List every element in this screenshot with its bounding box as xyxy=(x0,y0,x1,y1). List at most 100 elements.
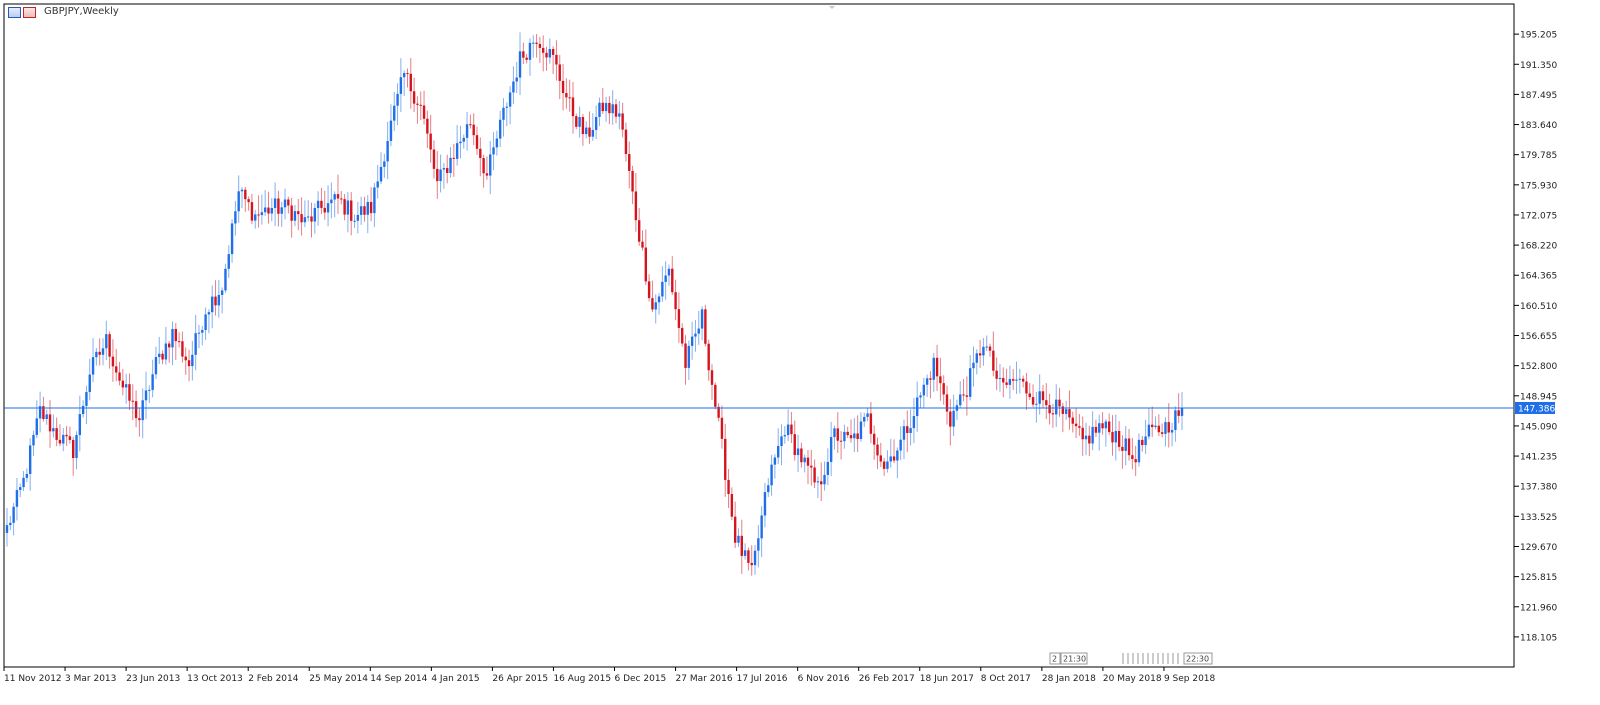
candle xyxy=(1134,445,1137,477)
candle xyxy=(201,325,204,346)
candle-body xyxy=(518,51,522,78)
candle-body xyxy=(1091,426,1094,444)
candle-body xyxy=(1127,438,1131,456)
candle xyxy=(184,347,187,375)
candle-body xyxy=(538,43,542,48)
candle-body xyxy=(727,479,730,495)
candle-body xyxy=(81,405,85,415)
candle xyxy=(419,91,422,121)
candle-body xyxy=(710,370,714,385)
candle-body xyxy=(661,281,664,297)
candle-body xyxy=(409,73,413,92)
price-chart[interactable]: 195.205 191.350 187.495 183.640 179.785 175.9… xyxy=(0,0,1600,705)
candle xyxy=(55,417,58,447)
candle-body xyxy=(177,341,181,343)
candle-body xyxy=(992,350,995,371)
candle xyxy=(982,338,985,366)
candle xyxy=(750,545,753,576)
candle xyxy=(306,200,310,222)
candle xyxy=(767,478,770,497)
candle xyxy=(75,431,78,470)
candle-body xyxy=(707,343,710,371)
candle xyxy=(277,190,280,227)
candle xyxy=(978,339,982,368)
candle-body xyxy=(111,356,115,367)
candle xyxy=(12,503,15,536)
candle xyxy=(204,307,207,340)
candle-body xyxy=(191,354,194,367)
candle-body xyxy=(849,435,853,439)
candle-body xyxy=(346,200,350,215)
candle xyxy=(1028,383,1031,400)
candle xyxy=(1015,361,1018,394)
candle xyxy=(68,426,72,444)
candle xyxy=(882,457,886,476)
candle-body xyxy=(306,216,310,218)
candle xyxy=(217,279,221,318)
candle xyxy=(177,332,181,348)
candle-body xyxy=(806,457,810,466)
candle-body xyxy=(823,474,826,485)
candle-body xyxy=(366,201,369,215)
candle xyxy=(452,143,456,177)
candle xyxy=(495,130,499,156)
candle xyxy=(297,199,300,231)
candle-body xyxy=(925,378,929,385)
candle-body xyxy=(962,394,965,396)
candle xyxy=(442,162,446,189)
candle-body xyxy=(790,424,793,435)
candle xyxy=(810,449,813,486)
x-tick-label: 25 May 2014 xyxy=(309,674,368,684)
candle xyxy=(1137,433,1141,467)
candle-body xyxy=(280,207,283,214)
y-tick-label: 183.640 xyxy=(1520,121,1557,131)
candle xyxy=(558,55,561,99)
candle-body xyxy=(1008,379,1012,385)
candle-body xyxy=(95,351,98,358)
candle xyxy=(240,187,244,209)
candle xyxy=(144,371,148,420)
candle-body xyxy=(876,444,879,456)
candle-body xyxy=(12,506,15,523)
candle xyxy=(545,46,548,71)
candle-body xyxy=(1051,413,1055,415)
candle xyxy=(671,256,674,295)
candle xyxy=(343,194,346,221)
candle xyxy=(790,412,793,444)
candle xyxy=(1038,374,1041,415)
candle xyxy=(174,322,178,360)
candle xyxy=(260,194,264,225)
candle-body xyxy=(561,80,565,94)
candle xyxy=(432,140,436,179)
candle xyxy=(896,447,899,479)
candle xyxy=(9,515,12,531)
candle xyxy=(313,203,317,234)
candle-body xyxy=(220,290,224,295)
candle-body xyxy=(227,254,230,269)
candle xyxy=(1088,425,1091,456)
candle xyxy=(81,400,85,418)
candle-body xyxy=(555,54,558,65)
candle-body xyxy=(115,366,118,373)
candle xyxy=(561,64,565,111)
candle xyxy=(508,86,512,125)
candle xyxy=(843,424,846,449)
candle-body xyxy=(1002,377,1005,383)
candle xyxy=(1025,372,1028,410)
candle-body xyxy=(28,445,32,474)
candle-body xyxy=(634,191,638,221)
candle xyxy=(1141,435,1144,452)
candle-body xyxy=(697,328,700,334)
candle-body xyxy=(773,457,777,465)
candle-body xyxy=(1124,438,1127,451)
candle xyxy=(1031,384,1035,408)
y-tick-label: 118.105 xyxy=(1520,633,1557,643)
y-tick-label: 125.815 xyxy=(1520,573,1557,583)
candle xyxy=(98,338,101,366)
candle xyxy=(19,483,22,498)
candle xyxy=(664,261,667,300)
candle xyxy=(363,196,366,222)
candle-body xyxy=(598,102,601,117)
candle xyxy=(631,165,634,205)
candle-body xyxy=(224,268,227,291)
